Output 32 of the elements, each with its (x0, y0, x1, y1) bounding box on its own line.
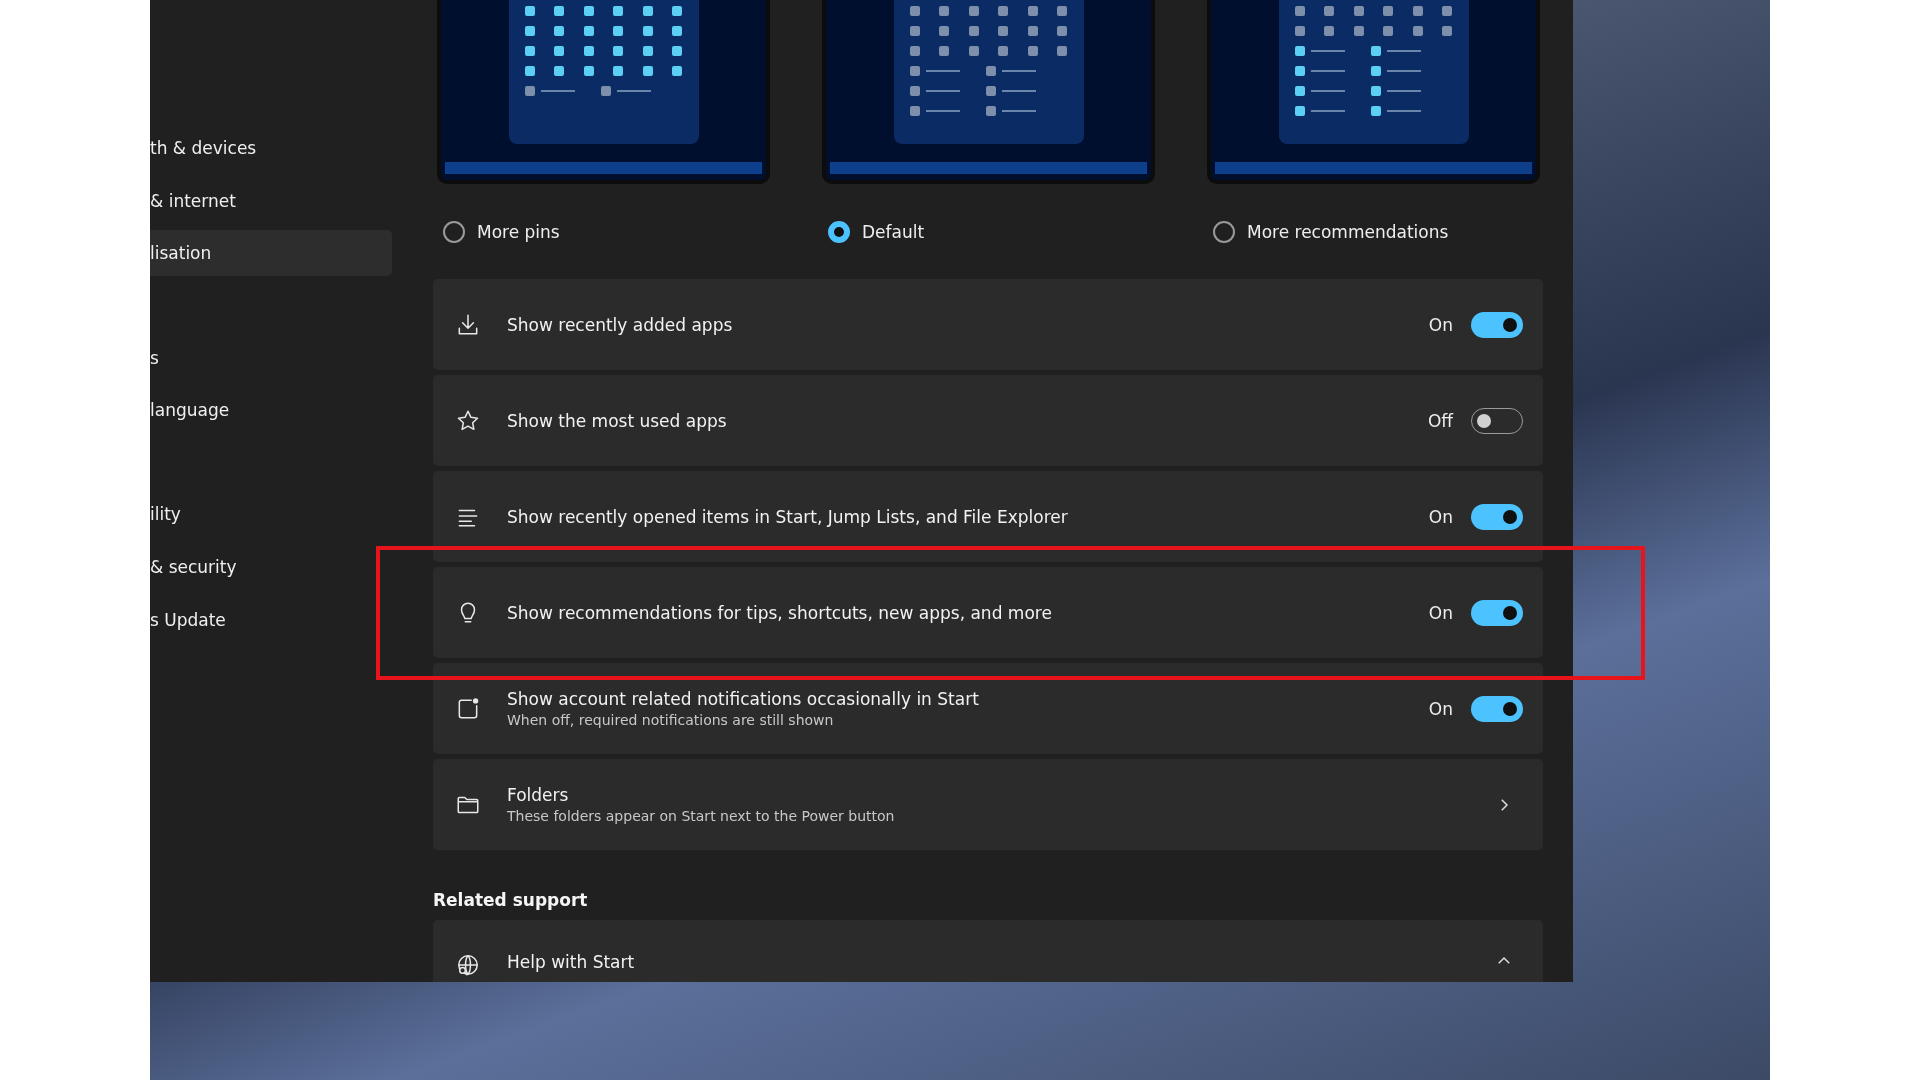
layout-radio-button[interactable]: Default (828, 220, 1213, 243)
layout-radio-button[interactable]: More recommendations (1213, 220, 1573, 243)
help-card[interactable]: Help with Start (433, 920, 1543, 982)
sidebar-item[interactable]: s Update (150, 597, 392, 643)
help-title: Help with Start (507, 952, 636, 972)
section-heading: Related support (433, 890, 589, 910)
globe-search-icon (455, 952, 481, 978)
toggle-state-label: On (1428, 698, 1453, 719)
toggle-switch[interactable] (1471, 311, 1523, 338)
sidebar-item[interactable]: & internet (150, 178, 392, 224)
toggle-state-label: On (1428, 314, 1453, 335)
setting-title: Folders (507, 785, 570, 805)
setting-description: These folders appear on Start next to the Power button (507, 808, 896, 824)
sidebar-item[interactable]: ility (150, 491, 392, 537)
setting-title: Show account related notifications occasionally in Start (507, 689, 980, 709)
toggle-switch[interactable] (1471, 599, 1523, 626)
setting-title: Show recently added apps (507, 314, 734, 335)
sidebar-item[interactable]: s (150, 335, 392, 381)
sidebar-item[interactable]: language (150, 387, 392, 433)
layout-radio-button[interactable]: More pins (443, 220, 828, 243)
toggle-state-label: On (1428, 506, 1453, 527)
toggle-switch[interactable] (1471, 695, 1523, 722)
setting-title: Show the most used apps (507, 410, 728, 431)
setting-title: Show recently opened items in Start, Jump Lists, and File Explorer (507, 506, 1069, 527)
setting-description: When off, required notifications are still shown (507, 712, 835, 728)
sidebar-item[interactable]: lisation (150, 230, 392, 276)
toggle-state-label: Off (1427, 410, 1453, 431)
sidebar-item[interactable]: & security (150, 544, 392, 590)
toggle-state-label: On (1428, 602, 1453, 623)
setting-title: Show recommendations for tips, shortcuts, new apps, and more (507, 602, 1053, 623)
sidebar-item[interactable]: th & devices (150, 125, 392, 171)
toggle-switch[interactable] (1471, 503, 1523, 530)
